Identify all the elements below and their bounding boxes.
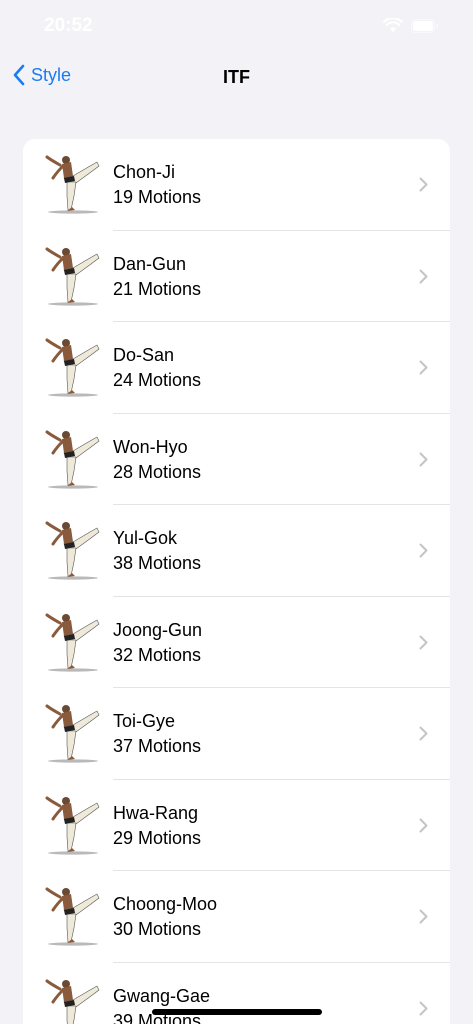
page-title: ITF [223, 67, 250, 87]
pattern-name: Joong-Gun [113, 619, 203, 640]
motion-count: 32 Motions [113, 644, 202, 665]
kicking-figure-icon [45, 704, 100, 763]
kicking-figure-icon [45, 979, 100, 1024]
pattern-name: Gwang-Gae [113, 985, 211, 1006]
list-item-text: Toi-Gye 37 Motions [113, 709, 201, 758]
pattern-name: Chon-Ji [113, 162, 176, 182]
kicking-figure-icon [45, 155, 100, 214]
kicking-figure-icon [45, 796, 100, 855]
kicking-figure-icon [45, 887, 100, 946]
status-time: 20:52 [44, 15, 93, 36]
motion-count: 28 Motions [113, 461, 202, 482]
list-item-7[interactable]: Hwa-Rang 29 Motions [23, 780, 450, 871]
chevron-right-icon [419, 818, 428, 832]
list-item-text: Do-San 24 Motions [113, 343, 201, 392]
kicking-figure-icon [45, 430, 100, 489]
list-item-text: Joong-Gun 32 Motions [113, 618, 202, 667]
home-indicator[interactable] [152, 1009, 322, 1015]
status-icons [383, 18, 439, 33]
pattern-list: Chon-Ji 19 Motions Dan-Gun 21 Motions Do… [23, 139, 450, 1024]
motion-count: 24 Motions [113, 370, 202, 390]
list-item-8[interactable]: Choong-Moo 30 Motions [23, 871, 450, 963]
chevron-right-icon [419, 269, 428, 283]
kicking-figure-icon [45, 247, 100, 306]
kicking-figure-icon [45, 338, 100, 397]
motion-count: 30 Motions [113, 919, 202, 939]
pattern-name: Toi-Gye [113, 711, 176, 731]
status-bar: 20:52 [0, 0, 473, 54]
list-item-text: Yul-Gok 38 Motions [113, 526, 201, 575]
chevron-right-icon [419, 452, 428, 466]
chevron-right-icon [419, 360, 428, 375]
kicking-figure-icon [45, 613, 100, 672]
chevron-right-icon [419, 1001, 428, 1015]
motion-count: 38 Motions [113, 553, 202, 573]
pattern-name: Hwa-Rang [113, 802, 199, 823]
list-item-text: Dan-Gun 21 Motions [113, 252, 201, 301]
pattern-name: Do-San [113, 345, 175, 365]
motion-count: 21 Motions [113, 278, 202, 299]
list-item-5[interactable]: Joong-Gun 32 Motions [23, 597, 450, 688]
chevron-right-icon [419, 726, 428, 741]
list-item-text: Choong-Moo 30 Motions [113, 892, 217, 941]
pattern-name: Choong-Moo [113, 894, 218, 914]
list-item-1[interactable]: Dan-Gun 21 Motions [23, 231, 450, 322]
pattern-name: Dan-Gun [113, 253, 187, 274]
chevron-right-icon [419, 543, 428, 558]
list-item-6[interactable]: Toi-Gye 37 Motions [23, 688, 450, 780]
kicking-figure-icon [45, 521, 100, 580]
wifi-icon [383, 18, 403, 32]
list-item-2[interactable]: Do-San 24 Motions [23, 322, 450, 414]
list-item-text: Won-Hyo 28 Motions [113, 435, 201, 484]
pattern-name: Won-Hyo [113, 436, 188, 457]
list-item-text: Hwa-Rang 29 Motions [113, 801, 201, 850]
motion-count: 19 Motions [113, 187, 202, 207]
motion-count: 37 Motions [113, 736, 202, 756]
motion-count: 29 Motions [113, 827, 202, 848]
list-item-4[interactable]: Yul-Gok 38 Motions [23, 505, 450, 597]
list-item-0[interactable]: Chon-Ji 19 Motions [23, 139, 450, 231]
battery-icon [411, 18, 438, 33]
pattern-name: Yul-Gok [113, 528, 178, 548]
list-item-text: Gwang-Gae 39 Motions [113, 984, 210, 1024]
chevron-right-icon [419, 909, 428, 924]
navigation-bar: Style ITF [0, 54, 473, 100]
chevron-right-icon [419, 635, 428, 649]
chevron-right-icon [419, 177, 428, 192]
list-item-text: Chon-Ji 19 Motions [113, 160, 201, 209]
list-item-3[interactable]: Won-Hyo 28 Motions [23, 414, 450, 505]
